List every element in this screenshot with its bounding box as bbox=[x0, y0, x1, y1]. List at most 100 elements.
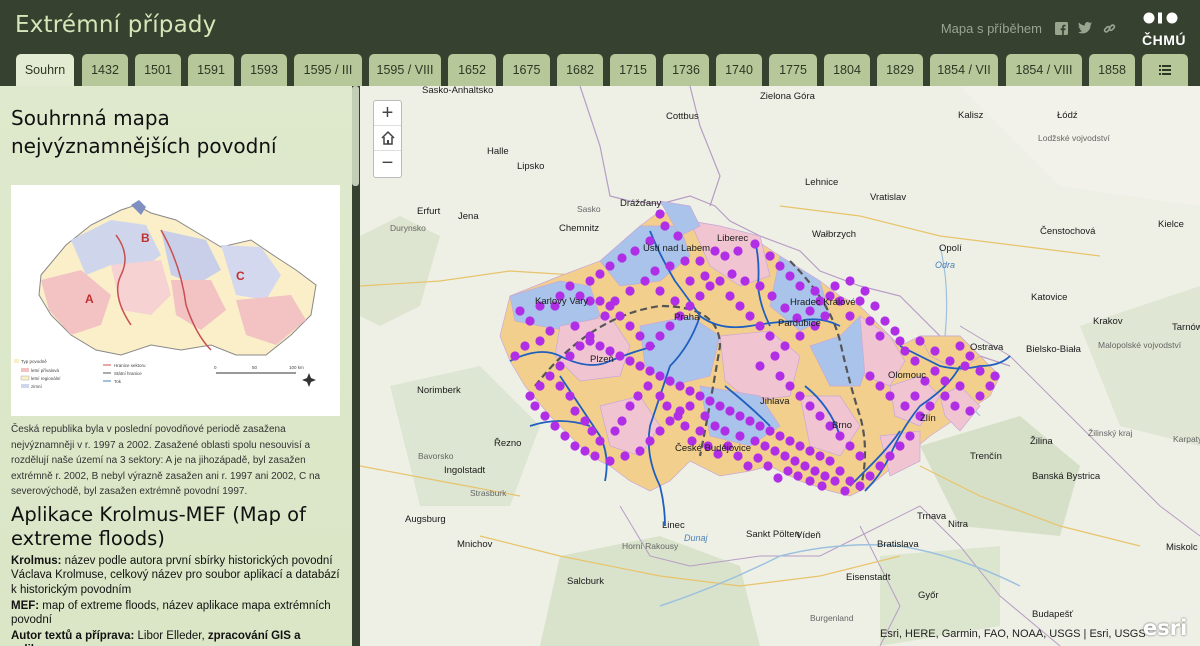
flood-point[interactable] bbox=[795, 331, 805, 341]
tab-1595-viii[interactable]: 1595 / VIII bbox=[369, 54, 441, 86]
flood-point[interactable] bbox=[785, 271, 795, 281]
flood-point[interactable] bbox=[590, 451, 600, 461]
flood-point[interactable] bbox=[795, 391, 805, 401]
tab-1595-iii[interactable]: 1595 / III bbox=[294, 54, 362, 86]
flood-point[interactable] bbox=[735, 301, 745, 311]
flood-point[interactable] bbox=[555, 381, 565, 391]
flood-point[interactable] bbox=[705, 281, 715, 291]
flood-point[interactable] bbox=[955, 381, 965, 391]
flood-point[interactable] bbox=[805, 401, 815, 411]
flood-point[interactable] bbox=[655, 209, 665, 219]
flood-point[interactable] bbox=[795, 281, 805, 291]
flood-point[interactable] bbox=[830, 476, 840, 486]
flood-point[interactable] bbox=[865, 316, 875, 326]
twitter-icon[interactable] bbox=[1078, 21, 1092, 35]
flood-point[interactable] bbox=[815, 411, 825, 421]
flood-point[interactable] bbox=[545, 326, 555, 336]
flood-point[interactable] bbox=[595, 436, 605, 446]
flood-point[interactable] bbox=[660, 221, 670, 231]
flood-point[interactable] bbox=[625, 401, 635, 411]
flood-point[interactable] bbox=[865, 471, 875, 481]
flood-point[interactable] bbox=[905, 431, 915, 441]
flood-point[interactable] bbox=[655, 331, 665, 341]
flood-point[interactable] bbox=[765, 426, 775, 436]
flood-point[interactable] bbox=[975, 366, 985, 376]
flood-point[interactable] bbox=[520, 341, 530, 351]
flood-point[interactable] bbox=[645, 341, 655, 351]
tab-1829[interactable]: 1829 bbox=[877, 54, 923, 86]
flood-point[interactable] bbox=[565, 391, 575, 401]
flood-point[interactable] bbox=[673, 411, 683, 421]
flood-point[interactable] bbox=[840, 486, 850, 496]
map-attribution[interactable]: Esri, HERE, Garmin, FAO, NOAA, USGS | Es… bbox=[880, 628, 1146, 640]
flood-point[interactable] bbox=[875, 331, 885, 341]
flood-point[interactable] bbox=[855, 296, 865, 306]
flood-point[interactable] bbox=[805, 446, 815, 456]
flood-point[interactable] bbox=[960, 361, 970, 371]
flood-point[interactable] bbox=[770, 446, 780, 456]
flood-point[interactable] bbox=[975, 391, 985, 401]
flood-point[interactable] bbox=[910, 391, 920, 401]
flood-point[interactable] bbox=[560, 431, 570, 441]
flood-point[interactable] bbox=[575, 341, 585, 351]
flood-point[interactable] bbox=[585, 336, 595, 346]
flood-point[interactable] bbox=[885, 391, 895, 401]
flood-point[interactable] bbox=[885, 451, 895, 461]
flood-point[interactable] bbox=[710, 246, 720, 256]
flood-point[interactable] bbox=[780, 303, 790, 313]
flood-point[interactable] bbox=[605, 456, 615, 466]
tab-1593[interactable]: 1593 bbox=[241, 54, 287, 86]
flood-point[interactable] bbox=[755, 321, 765, 331]
flood-point[interactable] bbox=[770, 351, 780, 361]
flood-point[interactable] bbox=[825, 456, 835, 466]
flood-point[interactable] bbox=[625, 321, 635, 331]
flood-point[interactable] bbox=[630, 246, 640, 256]
flood-point[interactable] bbox=[773, 473, 783, 483]
tab-1591[interactable]: 1591 bbox=[188, 54, 234, 86]
tab-1432[interactable]: 1432 bbox=[82, 54, 128, 86]
flood-point[interactable] bbox=[662, 401, 672, 411]
flood-point[interactable] bbox=[740, 276, 750, 286]
flood-point[interactable] bbox=[665, 376, 675, 386]
flood-point[interactable] bbox=[955, 341, 965, 351]
flood-point[interactable] bbox=[655, 391, 665, 401]
flood-point[interactable] bbox=[985, 381, 995, 391]
flood-point[interactable] bbox=[587, 426, 597, 436]
flood-point[interactable] bbox=[755, 421, 765, 431]
tab-1854-vii[interactable]: 1854 / VII bbox=[930, 54, 998, 86]
flood-point[interactable] bbox=[750, 239, 760, 249]
facebook-icon[interactable] bbox=[1054, 21, 1068, 35]
flood-point[interactable] bbox=[735, 431, 745, 441]
flood-point[interactable] bbox=[780, 341, 790, 351]
flood-point[interactable] bbox=[845, 476, 855, 486]
flood-point[interactable] bbox=[633, 391, 643, 401]
esri-logo[interactable]: esri bbox=[1143, 616, 1187, 640]
flood-point[interactable] bbox=[680, 421, 690, 431]
flood-point[interactable] bbox=[735, 411, 745, 421]
flood-point[interactable] bbox=[680, 256, 690, 266]
flood-point[interactable] bbox=[845, 311, 855, 321]
tab-1775[interactable]: 1775 bbox=[769, 54, 817, 86]
flood-point[interactable] bbox=[930, 366, 940, 376]
flood-point[interactable] bbox=[725, 291, 735, 301]
tab-1854-viii[interactable]: 1854 / VIII bbox=[1006, 54, 1082, 86]
tab-1652[interactable]: 1652 bbox=[448, 54, 496, 86]
flood-point[interactable] bbox=[895, 336, 905, 346]
flood-point[interactable] bbox=[565, 351, 575, 361]
flood-point[interactable] bbox=[640, 276, 650, 286]
flood-point[interactable] bbox=[845, 276, 855, 286]
flood-point[interactable] bbox=[700, 411, 710, 421]
flood-point[interactable] bbox=[570, 406, 580, 416]
flood-point[interactable] bbox=[775, 431, 785, 441]
flood-point[interactable] bbox=[805, 476, 815, 486]
story-map-link[interactable]: Mapa s příběhem bbox=[941, 21, 1042, 36]
flood-point[interactable] bbox=[580, 446, 590, 456]
flood-point[interactable] bbox=[635, 446, 645, 456]
flood-point[interactable] bbox=[775, 261, 785, 271]
flood-point[interactable] bbox=[835, 431, 845, 441]
flood-point[interactable] bbox=[930, 346, 940, 356]
flood-point[interactable] bbox=[990, 371, 1000, 381]
flood-point[interactable] bbox=[635, 331, 645, 341]
flood-point[interactable] bbox=[655, 286, 665, 296]
flood-point[interactable] bbox=[780, 451, 790, 461]
